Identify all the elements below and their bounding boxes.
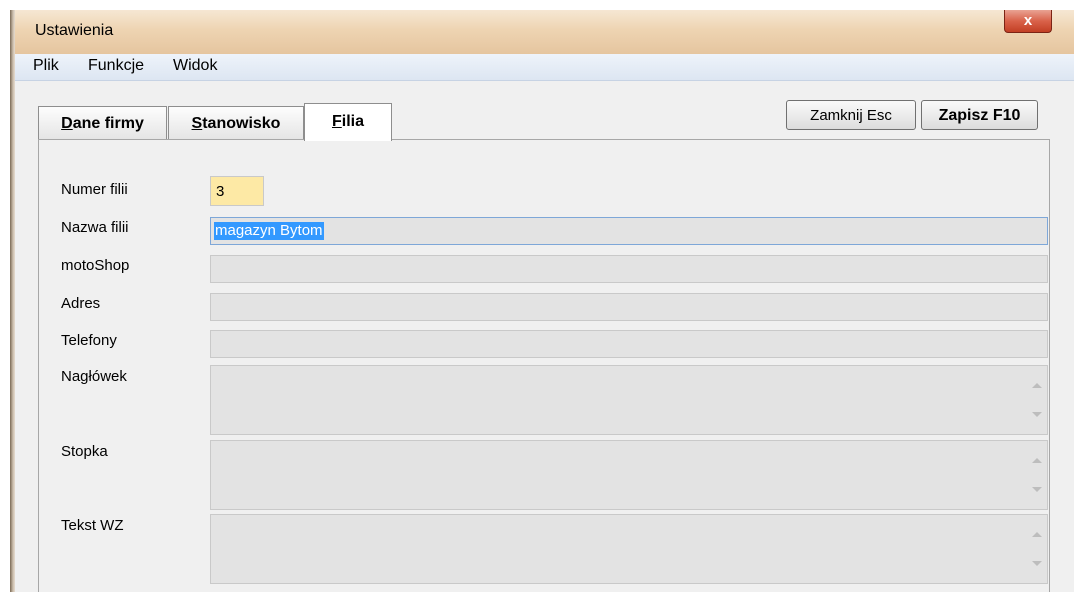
- save-button[interactable]: Zapisz F10: [921, 100, 1038, 130]
- label-nazwa-filii: Nazwa filii: [61, 219, 129, 236]
- stopka-textarea[interactable]: [210, 440, 1048, 510]
- menu-item-funkcje[interactable]: Funkcje: [88, 57, 144, 75]
- title-bar[interactable]: Ustawienia x: [15, 10, 1074, 54]
- tab-mnemonic: S: [191, 115, 203, 132]
- tab-filia[interactable]: Filia: [304, 103, 392, 141]
- naglowek-scrollbar[interactable]: [1027, 366, 1047, 434]
- tab-mnemonic: D: [61, 115, 73, 132]
- nazwa-filii-input[interactable]: magazyn Bytom: [210, 217, 1048, 245]
- telefony-input[interactable]: [210, 330, 1048, 358]
- tab-dane-firmy[interactable]: Dane firmy: [38, 106, 167, 139]
- tab-label: ane firmy: [72, 115, 144, 132]
- close-icon[interactable]: x: [1004, 10, 1052, 33]
- scroll-up-icon[interactable]: [1032, 532, 1042, 537]
- motoshop-input[interactable]: [210, 255, 1048, 283]
- tab-label: ilia: [341, 113, 364, 130]
- menu-item-widok[interactable]: Widok: [173, 57, 217, 75]
- menu-item-plik[interactable]: Plik: [33, 57, 59, 75]
- label-motoshop: motoShop: [61, 257, 130, 274]
- label-numer-filii: Numer filii: [61, 181, 128, 198]
- tekst-wz-textarea[interactable]: [210, 514, 1048, 584]
- stopka-scrollbar[interactable]: [1027, 441, 1047, 509]
- close-button[interactable]: Zamknij Esc: [786, 100, 916, 130]
- tab-label: tanowisko: [202, 115, 281, 132]
- filia-panel: Numer filii 3 Nazwa filii magazyn Bytom …: [38, 140, 1050, 592]
- settings-window: Ustawienia x Plik Funkcje Widok Dane fir…: [10, 10, 1074, 592]
- numer-filii-input[interactable]: 3: [210, 176, 264, 206]
- label-stopka: Stopka: [61, 443, 108, 460]
- label-naglowek: Nagłówek: [61, 368, 127, 385]
- naglowek-textarea[interactable]: [210, 365, 1048, 435]
- selected-text: magazyn Bytom: [214, 222, 324, 240]
- scroll-up-icon[interactable]: [1032, 383, 1042, 388]
- scroll-down-icon[interactable]: [1032, 487, 1042, 492]
- menu-bar: Plik Funkcje Widok: [15, 54, 1074, 81]
- scroll-up-icon[interactable]: [1032, 458, 1042, 463]
- window-title: Ustawienia: [35, 22, 114, 39]
- scroll-down-icon[interactable]: [1032, 561, 1042, 566]
- tab-mnemonic: F: [331, 113, 342, 130]
- adres-input[interactable]: [210, 293, 1048, 321]
- tekst-wz-scrollbar[interactable]: [1027, 515, 1047, 583]
- scroll-down-icon[interactable]: [1032, 412, 1042, 417]
- label-tekst-wz: Tekst WZ: [61, 517, 124, 534]
- label-telefony: Telefony: [61, 332, 117, 349]
- window-border: [10, 10, 15, 592]
- tab-stanowisko[interactable]: Stanowisko: [168, 106, 304, 139]
- label-adres: Adres: [61, 295, 101, 312]
